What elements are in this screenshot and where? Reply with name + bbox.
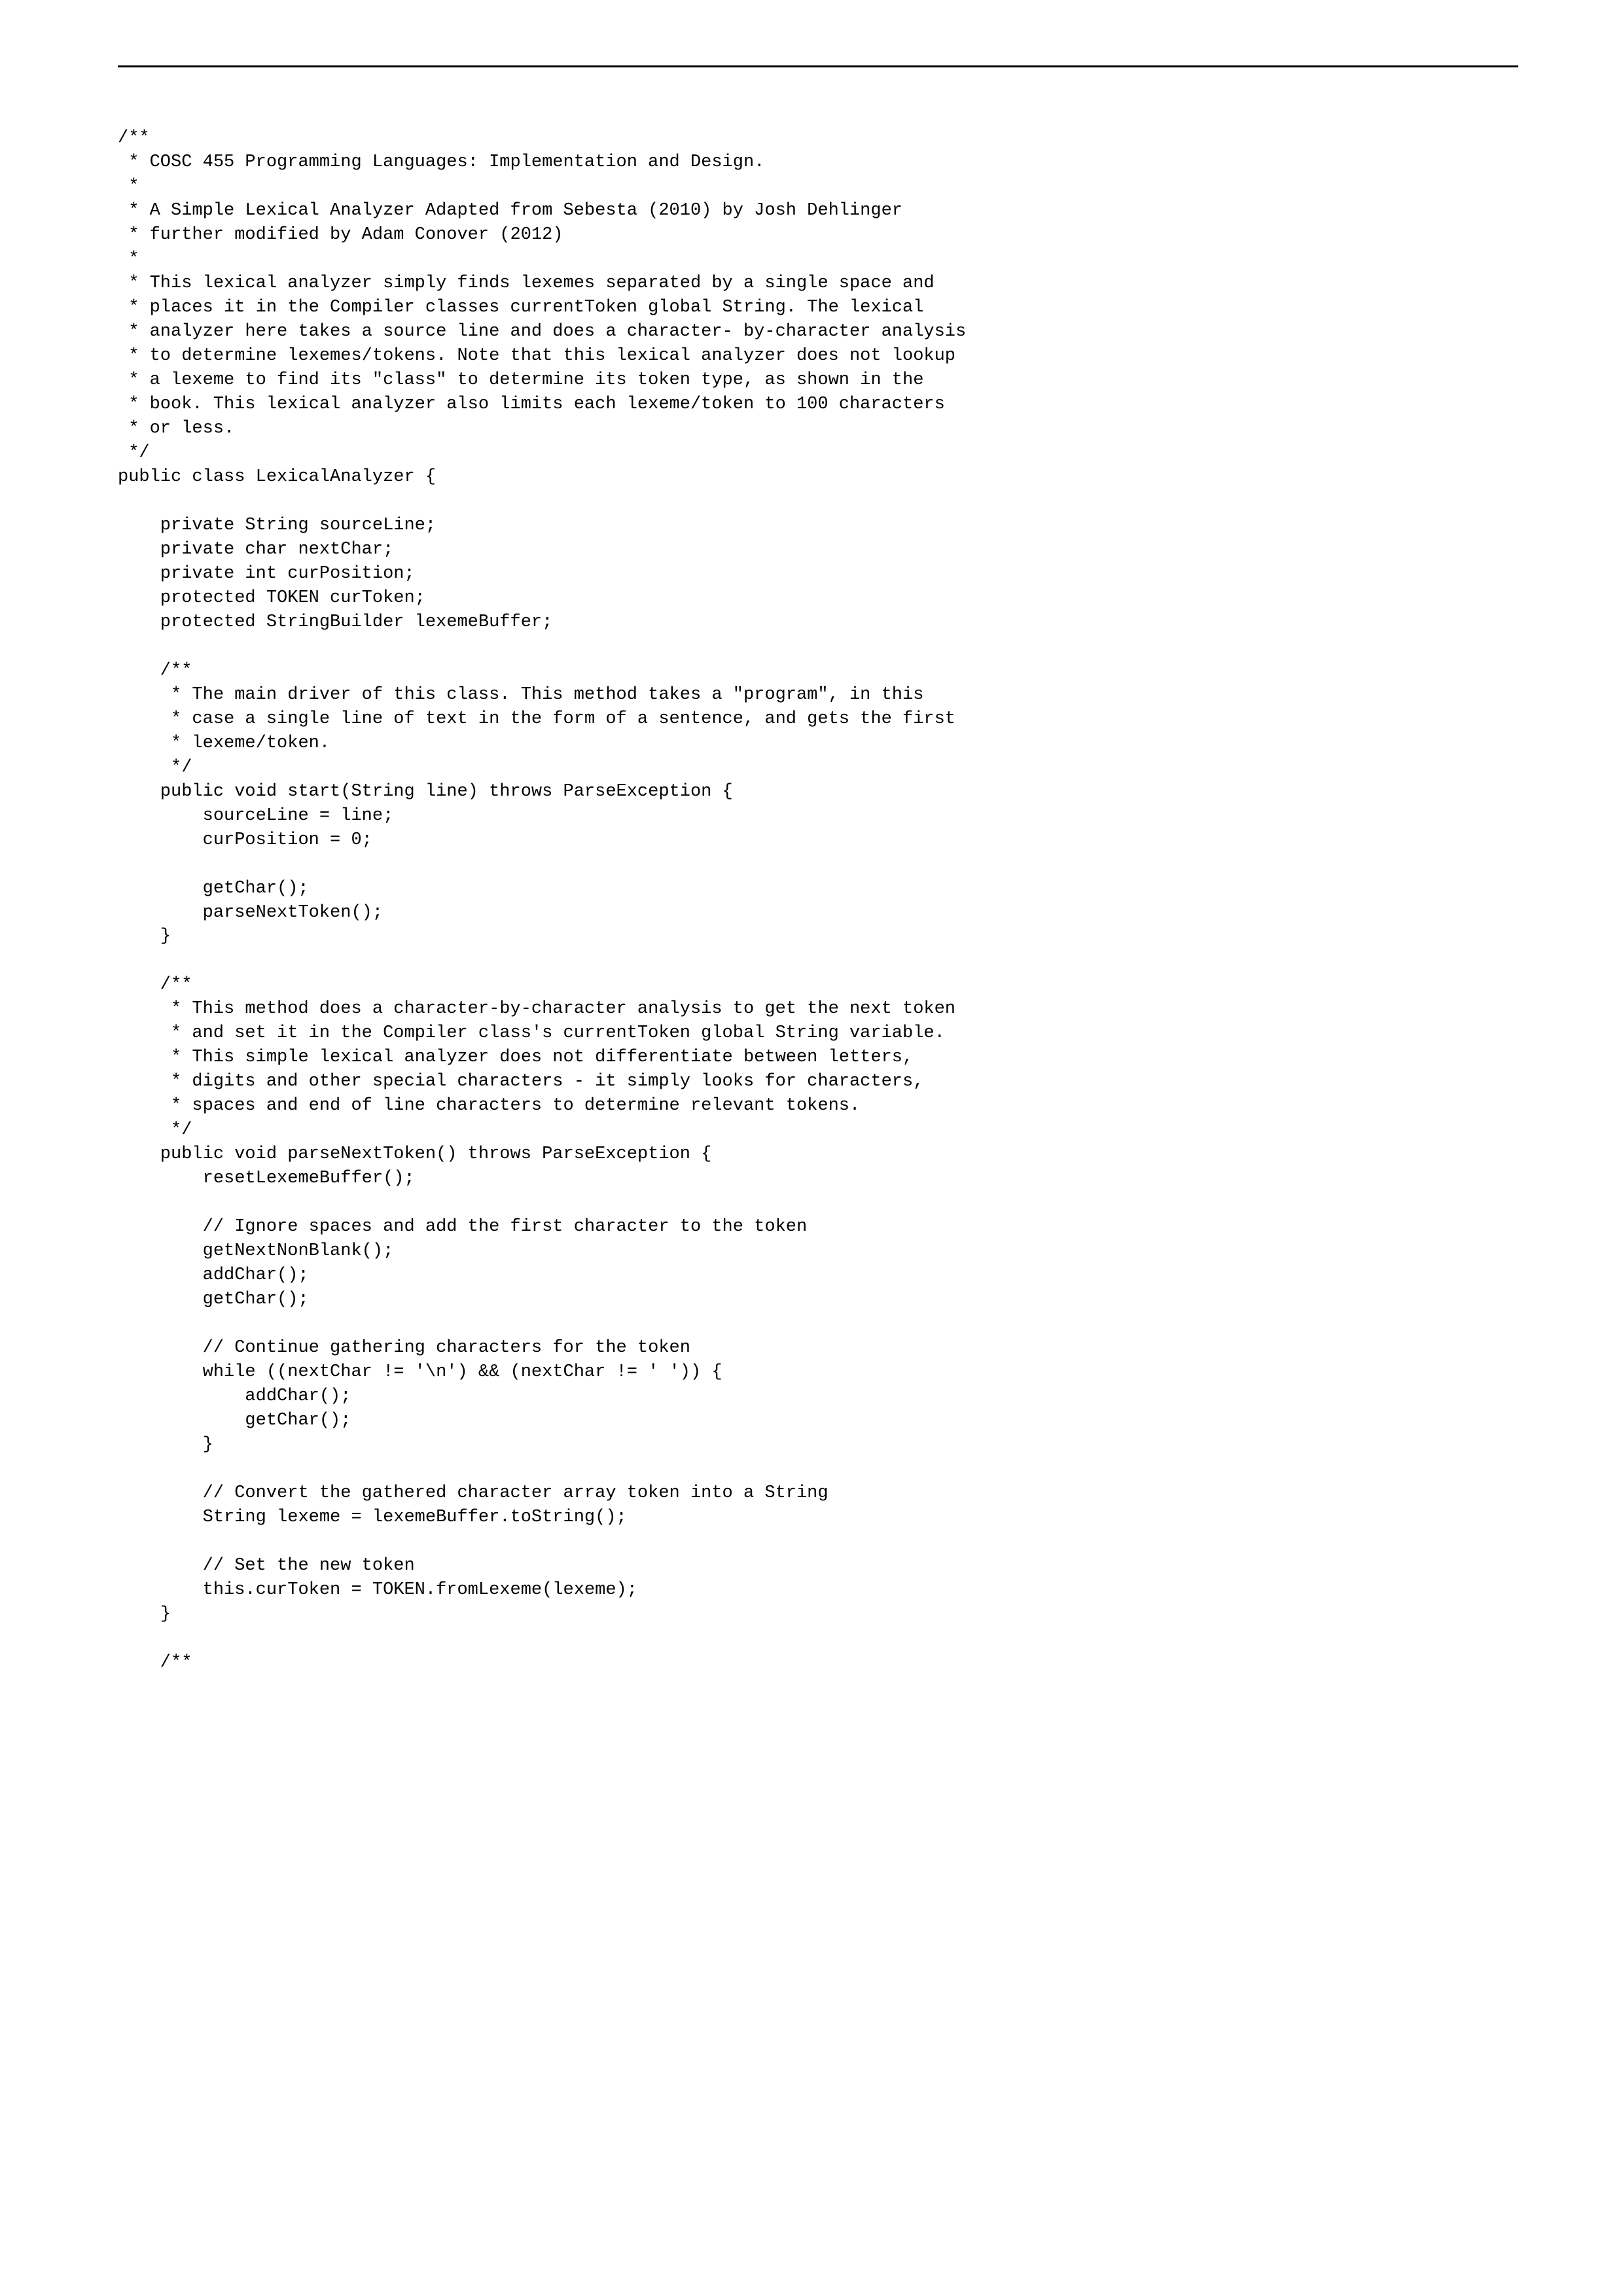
document-page: /** * COSC 455 Programming Languages: Im… <box>0 0 1623 2296</box>
header-rule <box>118 65 1518 67</box>
code-listing: /** * COSC 455 Programming Languages: Im… <box>118 126 1518 1675</box>
